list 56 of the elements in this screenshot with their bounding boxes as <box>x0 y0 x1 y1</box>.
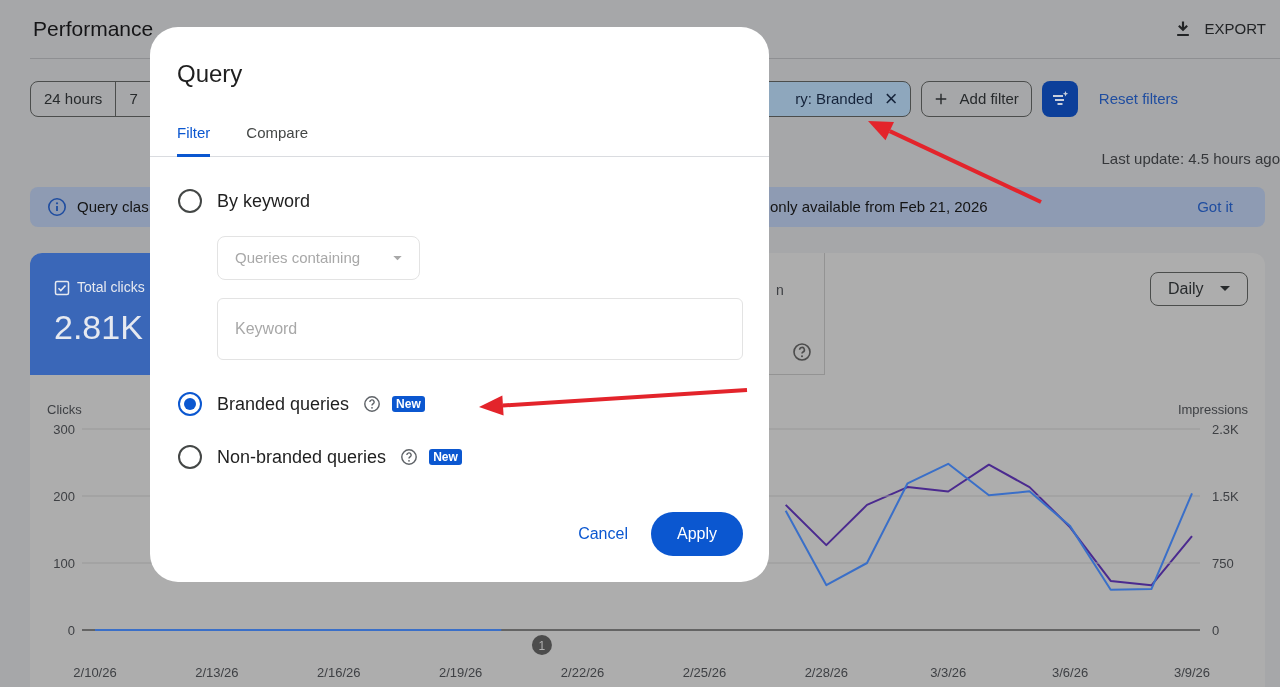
axis-tick-label: 0 <box>1212 623 1220 638</box>
filter-settings-button[interactable] <box>1041 81 1078 117</box>
new-badge: New <box>392 396 425 412</box>
radio-button[interactable] <box>178 392 202 416</box>
axis-tick-label: 2.3K <box>1212 422 1239 437</box>
axis-title: Impressions <box>1177 402 1248 417</box>
axis-tick-label: 100 <box>53 556 75 571</box>
plus-icon <box>933 92 948 106</box>
axis-tick-label: 750 <box>1212 556 1234 571</box>
reset-filters-link[interactable]: Reset filters <box>1098 87 1178 111</box>
axis-tick-label: 2/19/26 <box>439 665 483 680</box>
option-label[interactable]: Non-branded queries <box>217 443 387 471</box>
help-icon[interactable] <box>400 448 419 466</box>
export-button[interactable]: EXPORT <box>1172 17 1266 41</box>
apply-button[interactable]: Apply <box>650 512 743 556</box>
date-range-button[interactable]: 24 hours <box>31 82 116 116</box>
metric-label: Total clicks <box>77 278 145 297</box>
axis-tick-label: 0 <box>67 623 75 638</box>
caret-icon <box>1220 286 1230 292</box>
granularity-dropdown[interactable]: Daily <box>1150 272 1248 306</box>
axis-tick-label: 2/22/26 <box>560 665 605 680</box>
last-update-text: Last update: 4.5 hours ago <box>1101 149 1280 169</box>
radio-button[interactable] <box>178 445 202 469</box>
tab[interactable]: Filter <box>177 113 211 157</box>
axis-tick-label: 2/25/26 <box>682 665 727 680</box>
checkbox[interactable] <box>54 279 70 296</box>
help-icon[interactable] <box>792 342 812 362</box>
annotation-marker[interactable]: 1 <box>531 635 552 655</box>
axis-tick-label: 2/13/26 <box>195 665 239 680</box>
metric-value: 2.81K <box>54 310 144 344</box>
caret-icon <box>393 255 402 261</box>
radio-button[interactable] <box>178 189 202 213</box>
axis-tick-label: 2/28/26 <box>804 665 848 680</box>
option-label[interactable]: Branded queries <box>217 390 350 418</box>
dialog-title: Query <box>177 59 244 89</box>
axis-tick-label: 3/3/26 <box>930 665 967 680</box>
banner-text: only available from Feb 21, 2026 <box>770 196 988 217</box>
page-title: Performance <box>33 16 154 43</box>
axis-tick-label: 200 <box>53 489 75 504</box>
tab[interactable]: Compare <box>246 113 309 157</box>
add-filter-button[interactable]: Add filter <box>920 81 1032 117</box>
axis-tick-label: 2/10/26 <box>73 665 117 680</box>
axis-tick-label: 1.5K <box>1212 489 1239 504</box>
info-icon <box>47 197 67 217</box>
axis-tick-label: 2/16/26 <box>317 665 361 680</box>
option-label[interactable]: By keyword <box>217 187 311 215</box>
metric-label: n <box>776 281 784 300</box>
close-icon[interactable]: × <box>884 88 898 110</box>
new-badge: New <box>429 449 462 465</box>
axis-tick-label: 3/6/26 <box>1052 665 1089 680</box>
axis-tick-label: 300 <box>53 422 75 437</box>
axis-tick-label: 3/9/26 <box>1173 665 1211 680</box>
axis-title: Clicks <box>47 402 82 417</box>
cancel-button[interactable]: Cancel <box>578 522 628 546</box>
help-icon[interactable] <box>363 395 382 413</box>
banner-text: Query clas <box>77 196 149 217</box>
